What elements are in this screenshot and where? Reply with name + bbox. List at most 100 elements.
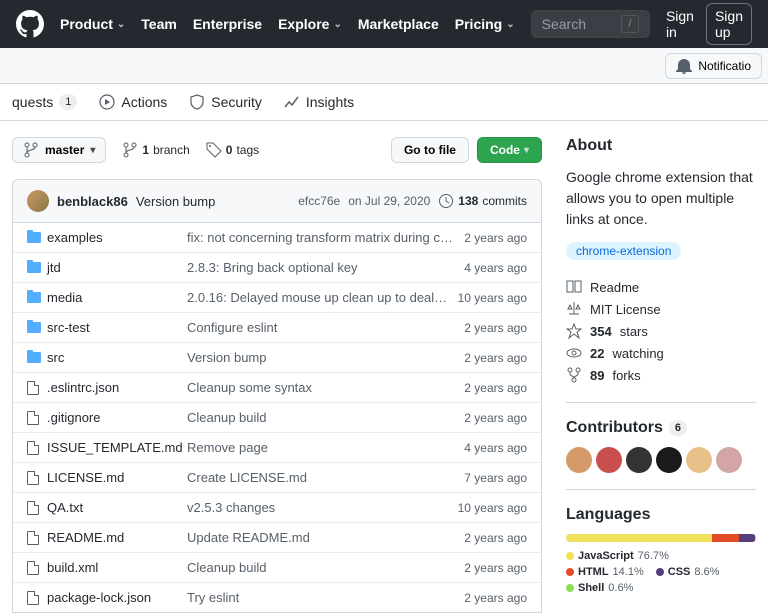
chevron-down-icon: ⌄: [117, 19, 125, 30]
file-commit-msg[interactable]: Try eslint: [187, 590, 464, 605]
file-icon: [27, 501, 39, 515]
commits-link[interactable]: 138 commits: [438, 193, 527, 209]
file-name[interactable]: media: [47, 290, 187, 305]
tag-icon: [206, 142, 222, 158]
commit-hash[interactable]: efcc76e: [298, 194, 340, 208]
chevron-down-icon: ⌄: [333, 19, 341, 30]
file-commit-msg[interactable]: Update README.md: [187, 530, 464, 545]
dot-icon: [566, 584, 574, 592]
nav-product[interactable]: Product⌄: [60, 16, 125, 32]
repo-topbar: Notificatio: [0, 48, 768, 84]
file-name[interactable]: ISSUE_TEMPLATE.md: [47, 440, 187, 455]
signup-button[interactable]: Sign up: [706, 3, 752, 45]
contributor-avatar[interactable]: [626, 447, 652, 473]
watching-link[interactable]: 22watching: [566, 342, 756, 364]
folder-icon: [27, 232, 41, 243]
contributors-section: Contributors 6: [566, 402, 756, 473]
branch-select[interactable]: master ▾: [12, 137, 106, 163]
signin-link[interactable]: Sign in: [666, 8, 694, 40]
folder-icon: [27, 322, 41, 333]
file-commit-msg[interactable]: Create LICENSE.md: [187, 470, 464, 485]
language-item[interactable]: Shell0.6%: [566, 582, 633, 594]
nav-enterprise[interactable]: Enterprise: [193, 16, 262, 32]
file-time: 2 years ago: [464, 351, 527, 365]
file-commit-msg[interactable]: Remove page: [187, 440, 464, 455]
file-name[interactable]: build.xml: [47, 560, 187, 575]
tab-actions[interactable]: Actions: [99, 94, 167, 110]
file-commit-msg[interactable]: Cleanup build: [187, 410, 464, 425]
file-time: 7 years ago: [464, 471, 527, 485]
file-name[interactable]: examples: [47, 230, 187, 245]
file-commit-msg[interactable]: Cleanup some syntax: [187, 380, 464, 395]
file-header: master ▾ 1 branch 0 tags: [12, 137, 542, 163]
commit-author[interactable]: benblack86: [57, 194, 128, 209]
commit-message[interactable]: Version bump: [136, 194, 216, 209]
contributor-avatar[interactable]: [656, 447, 682, 473]
goto-file-button[interactable]: Go to file: [391, 137, 469, 163]
file-commit-msg[interactable]: 2.0.16: Delayed mouse up clean up to dea…: [187, 290, 458, 305]
file-commit-msg[interactable]: Configure eslint: [187, 320, 464, 335]
language-bar-segment: [566, 534, 712, 542]
forks-link[interactable]: 89forks: [566, 364, 756, 386]
readme-link[interactable]: Readme: [566, 276, 756, 298]
file-commit-msg[interactable]: Cleanup build: [187, 560, 464, 575]
history-icon: [438, 193, 454, 209]
file-commit-msg[interactable]: Version bump: [187, 350, 464, 365]
file-name[interactable]: jtd: [47, 260, 187, 275]
file-name[interactable]: src: [47, 350, 187, 365]
file-commit-msg[interactable]: v2.5.3 changes: [187, 500, 458, 515]
notifications-label: Notificatio: [698, 59, 751, 73]
nav-team[interactable]: Team: [141, 16, 177, 32]
file-commit-msg[interactable]: fix: not concerning transform matrix dur…: [187, 230, 464, 245]
license-link[interactable]: MIT License: [566, 298, 756, 320]
file-panel: master ▾ 1 branch 0 tags: [12, 137, 542, 613]
contributors-title[interactable]: Contributors 6: [566, 419, 756, 437]
file-name[interactable]: QA.txt: [47, 500, 187, 515]
github-logo[interactable]: [16, 10, 44, 38]
tab-security[interactable]: Security: [189, 94, 262, 110]
file-commit-msg[interactable]: 2.8.3: Bring back optional key: [187, 260, 464, 275]
file-name[interactable]: .gitignore: [47, 410, 187, 425]
tab-label: quests: [12, 94, 53, 110]
tab-label: Insights: [306, 94, 354, 110]
language-list: JavaScript76.7% HTML14.1% CSS8.6% Shell0.6%: [566, 550, 756, 594]
nav-pricing[interactable]: Pricing⌄: [455, 16, 515, 32]
file-row: README.mdUpdate README.md2 years ago: [13, 522, 541, 552]
tags-label: tags: [236, 143, 259, 157]
avatar[interactable]: [27, 190, 49, 212]
language-item[interactable]: CSS8.6%: [656, 566, 720, 578]
contributor-avatar[interactable]: [686, 447, 712, 473]
stars-link[interactable]: 354stars: [566, 320, 756, 342]
contributor-avatar[interactable]: [716, 447, 742, 473]
about-meta: Readme MIT License 354stars 22watching 8…: [566, 276, 756, 386]
about-description: Google chrome extension that allows you …: [566, 167, 756, 230]
language-item[interactable]: HTML14.1%: [566, 566, 644, 578]
auth: Sign in Sign up: [666, 3, 752, 45]
file-name[interactable]: .eslintrc.json: [47, 380, 187, 395]
notifications-button[interactable]: Notificatio: [665, 53, 762, 79]
file-time: 2 years ago: [464, 561, 527, 575]
about-title: About: [566, 137, 756, 155]
language-item[interactable]: JavaScript76.7%: [566, 550, 669, 562]
file-row: jtd2.8.3: Bring back optional key4 years…: [13, 252, 541, 282]
branches-link[interactable]: 1 branch: [122, 142, 189, 158]
file-name[interactable]: src-test: [47, 320, 187, 335]
nav-explore[interactable]: Explore⌄: [278, 16, 342, 32]
contributor-avatar[interactable]: [566, 447, 592, 473]
about-section: About Google chrome extension that allow…: [566, 137, 756, 386]
file-time: 2 years ago: [464, 381, 527, 395]
code-button[interactable]: Code ▾: [477, 137, 542, 163]
topic-tag[interactable]: chrome-extension: [566, 242, 681, 260]
file-name[interactable]: LICENSE.md: [47, 470, 187, 485]
tags-link[interactable]: 0 tags: [206, 142, 259, 158]
contributor-avatar[interactable]: [596, 447, 622, 473]
file-time: 10 years ago: [458, 291, 527, 305]
tab-insights[interactable]: Insights: [284, 94, 354, 110]
nav-marketplace[interactable]: Marketplace: [358, 16, 439, 32]
search-placeholder: Search: [542, 16, 586, 32]
tab-pull-requests[interactable]: quests 1: [12, 94, 77, 110]
search-input[interactable]: Search /: [531, 10, 650, 38]
file-name[interactable]: package-lock.json: [47, 590, 187, 605]
file-name[interactable]: README.md: [47, 530, 187, 545]
branch-icon: [122, 142, 138, 158]
